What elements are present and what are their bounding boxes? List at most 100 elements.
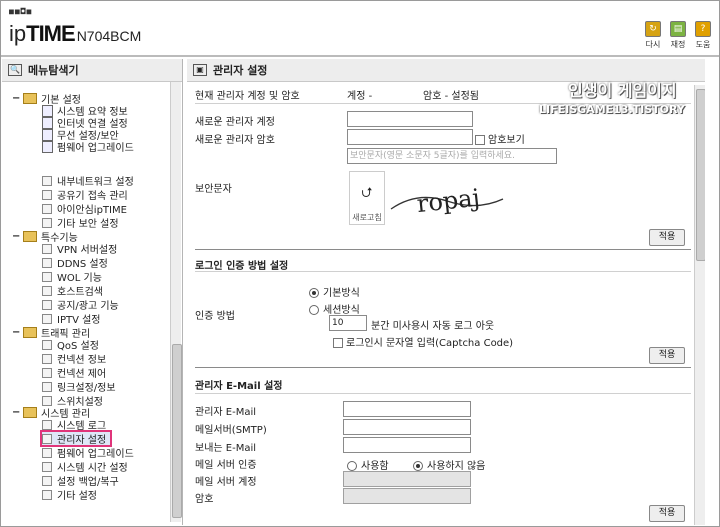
sidebar-item-label: 호스트검색 (57, 287, 103, 298)
menu-explorer: 🔍 메뉴탐색기 − 기본 설정 시스템 요약 정보 인터넷 연결 설정 무선 설정/보안… (2, 59, 183, 525)
collapse-icon[interactable]: − (12, 231, 20, 242)
main-scrollbar[interactable] (694, 85, 705, 525)
smtp-input[interactable] (343, 419, 471, 435)
page-icon: ▣ (193, 64, 207, 76)
sidebar-item-label: 시스템 로그 (57, 421, 107, 432)
sender-email-input[interactable] (343, 437, 471, 453)
sidebar-item[interactable]: 컨넥션 정보 (42, 352, 106, 366)
watermark-line2: LIFEISGAME13.TISTORY (539, 103, 685, 116)
page-icon (42, 128, 53, 141)
new-password-input[interactable] (347, 129, 473, 145)
new-account-input[interactable] (347, 111, 473, 127)
sidebar-item-label: DDNS 설정 (57, 259, 108, 270)
current-account-label: 현재 관리자 계정 및 암호 (195, 91, 300, 102)
mail-account-input[interactable] (343, 471, 471, 487)
toolbar: ↻ 다시 ▤ 재정 ? 도움 (643, 21, 713, 50)
item-icon (42, 395, 52, 406)
collapse-icon[interactable]: − (12, 407, 20, 418)
apply-button-email[interactable]: 적용 (649, 505, 685, 522)
sidebar-item[interactable]: 기타 설정 (42, 488, 97, 502)
sidebar-item[interactable]: 설정 백업/복구 (42, 474, 119, 488)
auth-session-radio[interactable]: 세션방식 (309, 301, 360, 316)
folder-icon (23, 327, 37, 338)
sidebar-item-label: 기타 보안 설정 (57, 219, 119, 230)
login-captcha-box[interactable] (333, 338, 343, 348)
page-title: 관리자 설정 (213, 64, 268, 77)
help-label: 도움 (695, 40, 711, 49)
mail-password-input[interactable] (343, 488, 471, 504)
mail-auth-nouse-dot[interactable] (413, 461, 423, 471)
restore-button[interactable]: ▤ 재정 (668, 21, 688, 50)
sidebar-item[interactable]: 컨넥션 제어 (42, 366, 107, 380)
sidebar-item[interactable]: 관리자 설정 (39, 430, 113, 447)
apply-button-login[interactable]: 적용 (649, 347, 685, 364)
sidebar-item[interactable]: DDNS 설정 (42, 256, 108, 270)
sidebar-item-label: 내부네트워크 설정 (57, 177, 134, 188)
help-button[interactable]: ? 도움 (693, 21, 713, 50)
show-password-label: 암호보기 (488, 135, 525, 146)
mail-auth-nouse-radio[interactable]: 사용하지 않음 (413, 457, 485, 472)
sidebar-item[interactable]: 시스템 로그 (42, 418, 107, 432)
item-icon (42, 257, 52, 268)
mail-auth-use-dot[interactable] (347, 461, 357, 471)
sidebar-item[interactable]: 펌웨어 업그레이드 (42, 446, 134, 460)
admin-settings-panel: ▣ 관리자 설정 현재 관리자 계정 및 암호 계정 - 암호 - 설정됨 새로… (187, 59, 705, 525)
sidebar-item-label: 기타 설정 (57, 491, 97, 502)
restore-label: 재정 (670, 40, 686, 49)
auth-session-radio-dot[interactable] (309, 305, 319, 315)
sidebar-item[interactable]: 내부네트워크 설정 (42, 174, 134, 188)
sidebar-item[interactable]: 시스템 시간 설정 (42, 460, 128, 474)
folder-icon (23, 231, 37, 242)
sidebar-item[interactable]: 공지/광고 기능 (42, 298, 119, 312)
session-timeout-input[interactable]: 10 (329, 315, 367, 331)
collapse-icon[interactable]: − (12, 93, 20, 104)
auth-basic-radio-dot[interactable] (309, 288, 319, 298)
item-icon (42, 313, 52, 324)
header-divider (1, 55, 719, 57)
mail-auth-use-radio[interactable]: 사용함 (347, 457, 389, 472)
sidebar-scroll-thumb[interactable] (172, 344, 182, 518)
show-password-box[interactable] (475, 135, 485, 145)
login-auth-section-title: 로그인 인증 방법 설정 (195, 261, 289, 272)
header: ■■◘■ ipTIME N704BCM ↻ 다시 ▤ 재정 ? 도움 (1, 1, 719, 56)
item-icon (42, 271, 52, 282)
admin-email-input[interactable] (343, 401, 471, 417)
page-icon (42, 140, 53, 153)
sidebar-item[interactable]: VPN 서버설정 (42, 242, 117, 256)
sidebar-item[interactable]: IPTV 설정 (42, 312, 101, 326)
brand-logo: ipTIME N704BCM (9, 21, 141, 47)
sidebar-item-label: 컨넥션 제어 (57, 369, 107, 380)
sidebar-item[interactable]: 공유기 접속 관리 (42, 188, 128, 202)
sidebar-item[interactable]: 호스트검색 (42, 284, 103, 298)
show-password-checkbox[interactable]: 암호보기 (475, 131, 525, 146)
save-button[interactable]: ↻ 다시 (643, 21, 663, 50)
sidebar-item[interactable]: QoS 설정 (42, 338, 99, 352)
sidebar-item-label: 아이안심ipTIME (57, 205, 127, 216)
sidebar-scrollbar[interactable] (170, 82, 182, 522)
captcha-text: ropaj (415, 184, 481, 218)
sidebar-item[interactable]: 링크설정/정보 (42, 380, 116, 394)
item-icon (42, 489, 52, 500)
sidebar-item-label: 시스템 시간 설정 (57, 463, 128, 474)
mail-auth-label: 메일 서버 인증 (195, 460, 257, 471)
captcha-input[interactable]: 보안문자(영문 소문자 5글자)를 입력하세요. (347, 148, 557, 164)
item-icon (42, 189, 52, 200)
sidebar-item[interactable]: 펌웨어 업그레이드 (42, 140, 134, 154)
captcha-label: 보안문자 (195, 184, 232, 195)
auth-basic-radio[interactable]: 기본방식 (309, 284, 360, 299)
save-icon: ↻ (645, 21, 661, 37)
collapse-icon[interactable]: − (12, 327, 20, 338)
login-captcha-checkbox[interactable]: 로그인시 문자열 입력(Captcha Code) (333, 334, 513, 349)
sidebar-item[interactable]: 기타 보안 설정 (42, 216, 119, 230)
sidebar-item[interactable]: 아이안심ipTIME (42, 202, 127, 216)
sidebar-item[interactable]: WOL 기능 (42, 270, 102, 284)
session-timeout-suffix: 분간 미사용시 자동 로그 아웃 (371, 321, 495, 332)
item-icon (42, 353, 52, 364)
item-icon (42, 381, 52, 392)
apply-button-account[interactable]: 적용 (649, 229, 685, 246)
captcha-refresh-button[interactable]: ⮍ 새로고침 (349, 171, 385, 225)
folder-icon (23, 93, 37, 104)
admin-email-label: 관리자 E-Mail (195, 407, 257, 418)
main-scroll-thumb[interactable] (696, 89, 705, 261)
sidebar-item-label: 설정 백업/복구 (57, 477, 119, 488)
